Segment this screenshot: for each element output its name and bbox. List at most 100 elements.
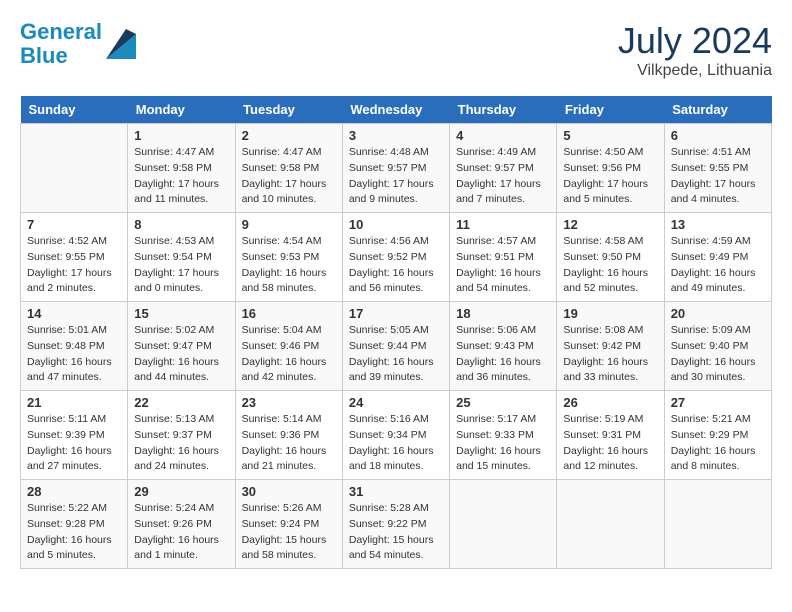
day-number: 5: [563, 128, 657, 143]
calendar-cell: 12 Sunrise: 4:58 AMSunset: 9:50 PMDayligh…: [557, 213, 664, 302]
day-info: Sunrise: 4:51 AMSunset: 9:55 PMDaylight:…: [671, 145, 765, 208]
calendar-cell: 9 Sunrise: 4:54 AMSunset: 9:53 PMDaylight…: [235, 213, 342, 302]
week-row-1: 1 Sunrise: 4:47 AMSunset: 9:58 PMDaylight…: [21, 124, 772, 213]
day-info: Sunrise: 4:48 AMSunset: 9:57 PMDaylight:…: [349, 145, 443, 208]
day-number: 10: [349, 217, 443, 232]
location-title: Vilkpede, Lithuania: [618, 62, 772, 80]
day-number: 8: [134, 217, 228, 232]
calendar-cell: 18 Sunrise: 5:06 AMSunset: 9:43 PMDayligh…: [450, 302, 557, 391]
header-cell-friday: Friday: [557, 96, 664, 124]
month-year-title: July 2024: [618, 20, 772, 62]
calendar-cell: 4 Sunrise: 4:49 AMSunset: 9:57 PMDaylight…: [450, 124, 557, 213]
calendar-cell: 22 Sunrise: 5:13 AMSunset: 9:37 PMDayligh…: [128, 391, 235, 480]
day-info: Sunrise: 4:57 AMSunset: 9:51 PMDaylight:…: [456, 234, 550, 297]
header-row: SundayMondayTuesdayWednesdayThursdayFrid…: [21, 96, 772, 124]
calendar-table: SundayMondayTuesdayWednesdayThursdayFrid…: [20, 96, 772, 569]
logo-line1: General: [20, 19, 102, 44]
day-number: 22: [134, 395, 228, 410]
day-number: 28: [27, 484, 121, 499]
day-info: Sunrise: 4:53 AMSunset: 9:54 PMDaylight:…: [134, 234, 228, 297]
calendar-cell: 26Sunrise: 5:19 AMSunset: 9:31 PMDayligh…: [557, 391, 664, 480]
day-number: 9: [242, 217, 336, 232]
day-info: Sunrise: 5:19 AMSunset: 9:31 PMDaylight:…: [563, 412, 657, 475]
day-info: Sunrise: 4:56 AMSunset: 9:52 PMDaylight:…: [349, 234, 443, 297]
calendar-cell: 17Sunrise: 5:05 AMSunset: 9:44 PMDayligh…: [342, 302, 449, 391]
logo-line2: Blue: [20, 43, 68, 68]
calendar-cell: 14Sunrise: 5:01 AMSunset: 9:48 PMDayligh…: [21, 302, 128, 391]
day-number: 11: [456, 217, 550, 232]
day-info: Sunrise: 4:58 AMSunset: 9:50 PMDaylight:…: [563, 234, 657, 297]
calendar-cell: 7 Sunrise: 4:52 AMSunset: 9:55 PMDaylight…: [21, 213, 128, 302]
calendar-cell: [450, 480, 557, 569]
day-info: Sunrise: 4:47 AMSunset: 9:58 PMDaylight:…: [242, 145, 336, 208]
day-info: Sunrise: 5:24 AMSunset: 9:26 PMDaylight:…: [134, 501, 228, 564]
day-number: 25: [456, 395, 550, 410]
header-cell-thursday: Thursday: [450, 96, 557, 124]
logo: General Blue: [20, 20, 136, 68]
day-number: 31: [349, 484, 443, 499]
day-number: 6: [671, 128, 765, 143]
calendar-cell: 5 Sunrise: 4:50 AMSunset: 9:56 PMDaylight…: [557, 124, 664, 213]
day-number: 17: [349, 306, 443, 321]
day-info: Sunrise: 4:49 AMSunset: 9:57 PMDaylight:…: [456, 145, 550, 208]
calendar-cell: 2 Sunrise: 4:47 AMSunset: 9:58 PMDaylight…: [235, 124, 342, 213]
week-row-4: 21 Sunrise: 5:11 AMSunset: 9:39 PMDayligh…: [21, 391, 772, 480]
calendar-cell: 30 Sunrise: 5:26 AMSunset: 9:24 PMDayligh…: [235, 480, 342, 569]
day-info: Sunrise: 4:47 AMSunset: 9:58 PMDaylight:…: [134, 145, 228, 208]
week-row-2: 7 Sunrise: 4:52 AMSunset: 9:55 PMDaylight…: [21, 213, 772, 302]
day-number: 13: [671, 217, 765, 232]
title-block: July 2024 Vilkpede, Lithuania: [618, 20, 772, 80]
header-cell-wednesday: Wednesday: [342, 96, 449, 124]
calendar-cell: 29Sunrise: 5:24 AMSunset: 9:26 PMDayligh…: [128, 480, 235, 569]
header-cell-sunday: Sunday: [21, 96, 128, 124]
day-number: 12: [563, 217, 657, 232]
day-info: Sunrise: 5:06 AMSunset: 9:43 PMDaylight:…: [456, 323, 550, 386]
day-number: 2: [242, 128, 336, 143]
day-number: 18: [456, 306, 550, 321]
calendar-cell: 10 Sunrise: 4:56 AMSunset: 9:52 PMDayligh…: [342, 213, 449, 302]
day-info: Sunrise: 5:08 AMSunset: 9:42 PMDaylight:…: [563, 323, 657, 386]
day-number: 4: [456, 128, 550, 143]
calendar-cell: 23Sunrise: 5:14 AMSunset: 9:36 PMDayligh…: [235, 391, 342, 480]
day-info: Sunrise: 5:17 AMSunset: 9:33 PMDaylight:…: [456, 412, 550, 475]
day-number: 7: [27, 217, 121, 232]
day-number: 3: [349, 128, 443, 143]
day-info: Sunrise: 5:16 AMSunset: 9:34 PMDaylight:…: [349, 412, 443, 475]
day-info: Sunrise: 4:54 AMSunset: 9:53 PMDaylight:…: [242, 234, 336, 297]
calendar-cell: [557, 480, 664, 569]
calendar-cell: 8 Sunrise: 4:53 AMSunset: 9:54 PMDaylight…: [128, 213, 235, 302]
day-number: 30: [242, 484, 336, 499]
day-info: Sunrise: 4:59 AMSunset: 9:49 PMDaylight:…: [671, 234, 765, 297]
day-number: 19: [563, 306, 657, 321]
day-number: 21: [27, 395, 121, 410]
day-info: Sunrise: 5:02 AMSunset: 9:47 PMDaylight:…: [134, 323, 228, 386]
logo-icon: [106, 29, 136, 59]
day-info: Sunrise: 4:52 AMSunset: 9:55 PMDaylight:…: [27, 234, 121, 297]
day-info: Sunrise: 4:50 AMSunset: 9:56 PMDaylight:…: [563, 145, 657, 208]
calendar-cell: 19 Sunrise: 5:08 AMSunset: 9:42 PMDayligh…: [557, 302, 664, 391]
week-row-5: 28 Sunrise: 5:22 AMSunset: 9:28 PMDayligh…: [21, 480, 772, 569]
calendar-cell: 20 Sunrise: 5:09 AMSunset: 9:40 PMDayligh…: [664, 302, 771, 391]
calendar-cell: 1 Sunrise: 4:47 AMSunset: 9:58 PMDaylight…: [128, 124, 235, 213]
day-number: 14: [27, 306, 121, 321]
day-number: 16: [242, 306, 336, 321]
day-info: Sunrise: 5:28 AMSunset: 9:22 PMDaylight:…: [349, 501, 443, 564]
day-info: Sunrise: 5:09 AMSunset: 9:40 PMDaylight:…: [671, 323, 765, 386]
calendar-cell: [664, 480, 771, 569]
calendar-cell: 27Sunrise: 5:21 AMSunset: 9:29 PMDayligh…: [664, 391, 771, 480]
day-info: Sunrise: 5:11 AMSunset: 9:39 PMDaylight:…: [27, 412, 121, 475]
header-cell-saturday: Saturday: [664, 96, 771, 124]
day-number: 20: [671, 306, 765, 321]
day-info: Sunrise: 5:13 AMSunset: 9:37 PMDaylight:…: [134, 412, 228, 475]
calendar-cell: 16Sunrise: 5:04 AMSunset: 9:46 PMDayligh…: [235, 302, 342, 391]
calendar-cell: 28 Sunrise: 5:22 AMSunset: 9:28 PMDayligh…: [21, 480, 128, 569]
calendar-cell: 6 Sunrise: 4:51 AMSunset: 9:55 PMDaylight…: [664, 124, 771, 213]
calendar-cell: 3 Sunrise: 4:48 AMSunset: 9:57 PMDaylight…: [342, 124, 449, 213]
header-cell-tuesday: Tuesday: [235, 96, 342, 124]
day-info: Sunrise: 5:26 AMSunset: 9:24 PMDaylight:…: [242, 501, 336, 564]
calendar-cell: 31 Sunrise: 5:28 AMSunset: 9:22 PMDayligh…: [342, 480, 449, 569]
day-info: Sunrise: 5:21 AMSunset: 9:29 PMDaylight:…: [671, 412, 765, 475]
calendar-cell: 21 Sunrise: 5:11 AMSunset: 9:39 PMDayligh…: [21, 391, 128, 480]
day-number: 1: [134, 128, 228, 143]
day-info: Sunrise: 5:22 AMSunset: 9:28 PMDaylight:…: [27, 501, 121, 564]
